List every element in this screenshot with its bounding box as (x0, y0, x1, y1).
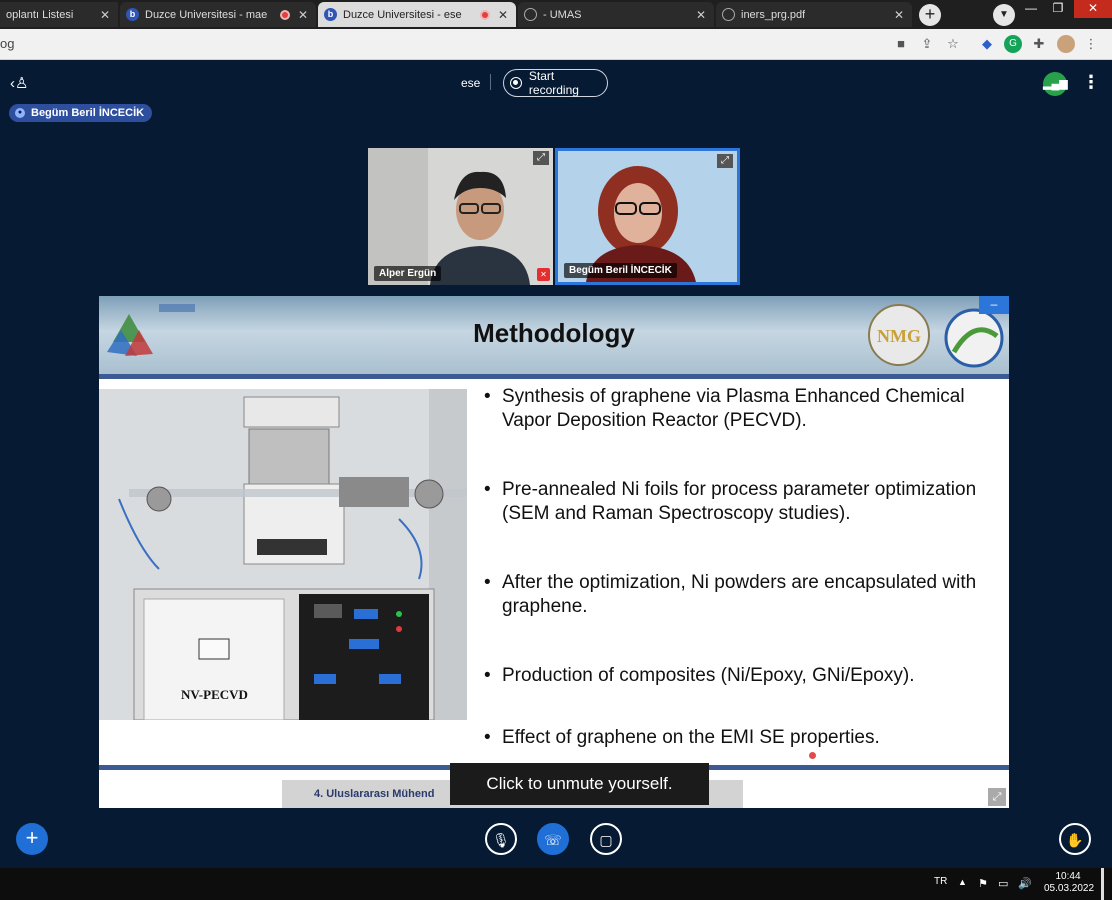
camera-in-use-icon[interactable]: ■ (892, 35, 910, 53)
profile-avatar[interactable] (1057, 35, 1075, 53)
display-icon[interactable]: ▭ (998, 877, 1008, 890)
grammarly-icon[interactable]: G (1004, 35, 1022, 53)
bigbluebutton-favicon-icon: b (126, 8, 139, 21)
bullet-item: Production of composites (Ni/Epoxy, GNi/… (484, 664, 1004, 688)
meeting-area: ‹♙ ● Begüm Beril İNCECİK ese Start recor… (0, 60, 1112, 868)
globe-icon (722, 8, 735, 21)
toggle-users-list-icon[interactable]: ‹♙ (10, 74, 28, 92)
input-language-indicator[interactable]: TR (934, 876, 947, 887)
connection-status-icon[interactable]: ▂▄▆ (1043, 72, 1068, 96)
start-recording-button[interactable]: Start recording (503, 69, 608, 97)
bullet-item: Effect of graphene on the EMI SE propert… (484, 726, 1004, 750)
slide-title: Methodology (473, 318, 635, 348)
close-icon[interactable]: ✕ (296, 8, 310, 22)
meeting-title: ese (461, 76, 481, 90)
address-bar: og ■ ⇪ ☆ ◆ G ✚ ⋮ (0, 29, 1112, 60)
new-tab-button[interactable]: + (919, 4, 941, 26)
muted-microphone-icon: ✕ (537, 268, 550, 281)
tab-title: oplantı Listesi (6, 8, 74, 21)
methodology-bullet-list: Synthesis of graphene via Plasma Enhance… (484, 385, 1004, 750)
show-hidden-icons-icon[interactable]: ▲ (958, 877, 967, 887)
extensions-puzzle-icon[interactable]: ✚ (1030, 35, 1048, 53)
clock-date: 05.03.2022 (1044, 883, 1095, 894)
tab-title: Duzce Universitesi - mae (145, 8, 268, 21)
webcam-feed (368, 148, 553, 285)
clock-time: 10:44 (1055, 871, 1081, 882)
pecvd-reactor-photo: NV-PECVD (99, 389, 467, 720)
reactor-label: NV-PECVD (181, 687, 248, 702)
minimize-window-button[interactable]: — (1018, 0, 1044, 18)
slide-header-banner: NMG Methodology (99, 296, 1009, 374)
pecvd-reactor-illustration (99, 389, 467, 720)
extension-shield-icon[interactable]: ◆ (978, 35, 996, 53)
url-field[interactable]: og (0, 36, 14, 51)
close-icon[interactable]: ✕ (496, 8, 510, 22)
expand-video-icon[interactable]: ⤢ (717, 154, 733, 168)
share-webcam-button[interactable]: ▢ (590, 823, 622, 855)
tab-toplanti-listesi[interactable]: oplantı Listesi ✕ (0, 2, 118, 27)
tab-title: - UMAS (543, 8, 582, 21)
unmute-tooltip: Click to unmute yourself. (450, 763, 709, 805)
show-desktop-button[interactable] (1101, 868, 1104, 900)
participant-name[interactable]: Begüm Beril İNCECİK (564, 263, 677, 278)
recording-indicator-icon (480, 9, 490, 20)
participant-name[interactable]: Alper Ergün (374, 266, 442, 281)
browser-tab-strip: oplantı Listesi ✕ b Duzce Universitesi -… (0, 0, 1112, 29)
bullet-item: Synthesis of graphene via Plasma Enhance… (484, 385, 1004, 433)
divider (490, 74, 491, 90)
close-window-button[interactable]: ✕ (1074, 0, 1112, 18)
volume-icon[interactable]: 🔊 (1018, 877, 1032, 890)
expand-video-icon[interactable]: ⤢ (533, 151, 549, 165)
tab-umas[interactable]: - UMAS ✕ (518, 2, 714, 27)
record-icon (510, 77, 522, 89)
system-clock[interactable]: 10:44 05.03.2022 (1044, 871, 1095, 895)
restore-window-button[interactable]: ❐ (1045, 0, 1071, 18)
tab-duzce-mae[interactable]: b Duzce Universitesi - mae ✕ (120, 2, 316, 27)
microphone-icon: ● (15, 108, 25, 118)
minimize-presentation-button[interactable]: – (979, 296, 1009, 314)
options-menu-icon[interactable]: ⋮ (1082, 72, 1100, 93)
speaker-name: Begüm Beril İNCECİK (31, 107, 145, 119)
presenter-pointer (809, 752, 816, 759)
tab-title: iners_prg.pdf (741, 8, 806, 21)
leave-audio-button[interactable]: ☏ (537, 823, 569, 855)
network-flag-icon[interactable]: ⚑ (978, 877, 988, 890)
divider (99, 374, 1009, 379)
video-tile-alper[interactable]: ⤢ Alper Ergün ✕ (368, 148, 553, 285)
close-icon[interactable]: ✕ (892, 8, 906, 22)
close-icon[interactable]: ✕ (98, 8, 112, 22)
video-tile-begum[interactable]: ⤢ Begüm Beril İNCECİK (555, 148, 740, 285)
bigbluebutton-favicon-icon: b (324, 8, 337, 21)
share-icon[interactable]: ⇪ (918, 35, 936, 53)
globe-icon (524, 8, 537, 21)
bullet-item: After the optimization, Ni powders are e… (484, 571, 1004, 619)
tab-title: Duzce Universitesi - ese (343, 8, 462, 21)
presentation-slide: NMG Methodology – NV-PECVD • Synthesis o… (99, 296, 1009, 808)
record-label: Start recording (528, 69, 579, 97)
close-icon[interactable]: ✕ (694, 8, 708, 22)
tab-iners-pdf[interactable]: iners_prg.pdf ✕ (716, 2, 912, 27)
talking-indicator[interactable]: ● Begüm Beril İNCECİK (9, 104, 153, 122)
bookmark-star-icon[interactable]: ☆ (944, 35, 962, 53)
fullscreen-icon[interactable]: ⤢ (988, 788, 1006, 806)
windows-taskbar: TR ▲ ⚑ ▭ 🔊 10:44 05.03.2022 (0, 868, 1112, 900)
recording-indicator-icon (280, 9, 290, 20)
bullet-item: Pre-annealed Ni foils for process parame… (484, 478, 1004, 526)
actions-plus-button[interactable]: + (16, 823, 48, 855)
tab-duzce-ese[interactable]: b Duzce Universitesi - ese ✕ (318, 2, 516, 27)
browser-menu-icon[interactable]: ⋮ (1082, 35, 1100, 53)
tab-search-chevron-icon[interactable]: ▼ (993, 4, 1015, 26)
raise-hand-button[interactable]: ✋ (1059, 823, 1091, 855)
unmute-microphone-button[interactable]: 🎙 (485, 823, 517, 855)
